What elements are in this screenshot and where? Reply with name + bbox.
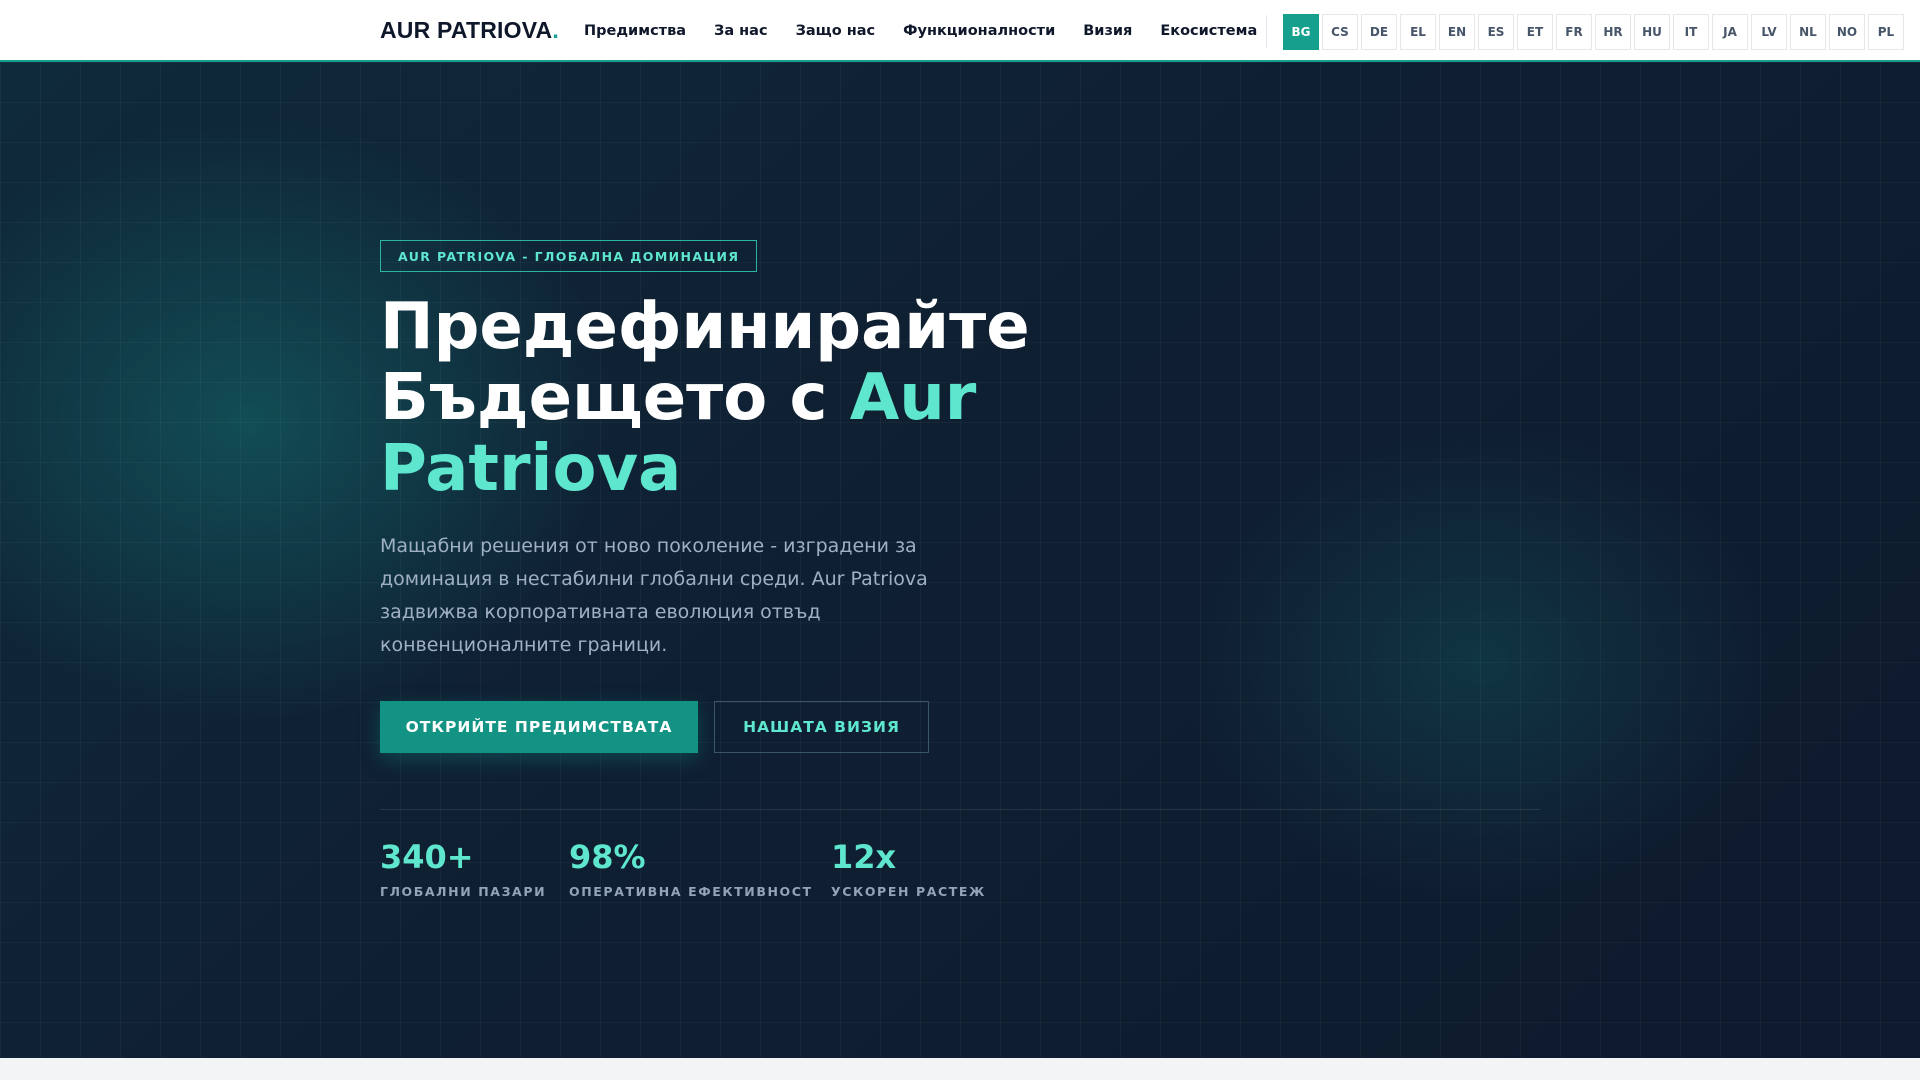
logo-text: AUR PATRIOVA (380, 17, 553, 43)
lang-button-el[interactable]: EL (1400, 14, 1436, 50)
language-switcher: BG CS DE EL EN ES ET FR HR HU IT JA LV N… (1283, 14, 1904, 50)
stat-accelerated-growth: 12x УСКОРЕН РАСТЕЖ (831, 837, 986, 899)
lang-button-nl[interactable]: NL (1790, 14, 1826, 50)
nav-divider (1266, 15, 1267, 48)
lang-button-no[interactable]: NO (1829, 14, 1865, 50)
hero-description: Мащабни решения от ново поколение - изгр… (380, 535, 928, 656)
lang-button-hr[interactable]: HR (1595, 14, 1631, 50)
lang-button-it[interactable]: IT (1673, 14, 1709, 50)
stat-value: 340+ (380, 838, 474, 876)
hero-title-line1: Предефинирайте (380, 290, 1030, 364)
stat-label: УСКОРЕН РАСТЕЖ (831, 884, 986, 899)
stat-value: 12x (831, 838, 897, 876)
discover-advantages-button[interactable]: ОТКРИЙТЕ ПРЕДИМСТВАТА (380, 701, 698, 753)
nav-link-advantages[interactable]: Предимства (584, 23, 686, 39)
stat-value: 98% (569, 838, 646, 876)
lang-button-et[interactable]: ET (1517, 14, 1553, 50)
nav-link-why-us[interactable]: Защо нас (796, 23, 876, 39)
lang-button-hu[interactable]: HU (1634, 14, 1670, 50)
nav-link-ecosystem[interactable]: Екосистема (1160, 23, 1257, 39)
hero-title-line2: Бъдещето с (380, 361, 850, 435)
hero-title: Предефинирайте Бъдещето с Aur Patriova (380, 292, 1080, 505)
nav-link-about[interactable]: За нас (714, 23, 768, 39)
site-logo[interactable]: AUR PATRIOVA. (380, 17, 559, 44)
logo-dot: . (552, 17, 559, 43)
lang-button-bg[interactable]: BG (1283, 14, 1319, 50)
site-header: AUR PATRIOVA. Предимства За нас Защо нас… (0, 0, 1920, 62)
main-nav: Предимства За нас Защо нас Функционалнос… (584, 0, 1285, 62)
nav-link-features[interactable]: Функционалности (903, 23, 1055, 39)
lang-button-pl[interactable]: PL (1868, 14, 1904, 50)
hero-section: AUR PATRIOVA - ГЛОБАЛНА ДОМИНАЦИЯ Предеф… (0, 62, 1920, 1058)
stat-label: ГЛОБАЛНИ ПАЗАРИ (380, 884, 547, 899)
lang-button-de[interactable]: DE (1361, 14, 1397, 50)
lang-button-lv[interactable]: LV (1751, 14, 1787, 50)
lang-button-cs[interactable]: CS (1322, 14, 1358, 50)
lang-button-fr[interactable]: FR (1556, 14, 1592, 50)
our-vision-button[interactable]: НАШАТА ВИЗИЯ (714, 701, 929, 753)
stat-global-markets: 340+ ГЛОБАЛНИ ПАЗАРИ (380, 837, 546, 899)
stat-label: ОПЕРАТИВНА ЕФЕКТИВНОСТ (569, 884, 813, 899)
lang-button-es[interactable]: ES (1478, 14, 1514, 50)
stat-operational-efficiency: 98% ОПЕРАТИВНА ЕФЕКТИВНОСТ (569, 837, 813, 899)
hero-badge: AUR PATRIOVA - ГЛОБАЛНА ДОМИНАЦИЯ (380, 240, 758, 272)
stats-divider (380, 809, 1540, 810)
lang-button-ja[interactable]: JA (1712, 14, 1748, 50)
nav-link-vision[interactable]: Визия (1083, 23, 1132, 39)
lang-button-en[interactable]: EN (1439, 14, 1475, 50)
